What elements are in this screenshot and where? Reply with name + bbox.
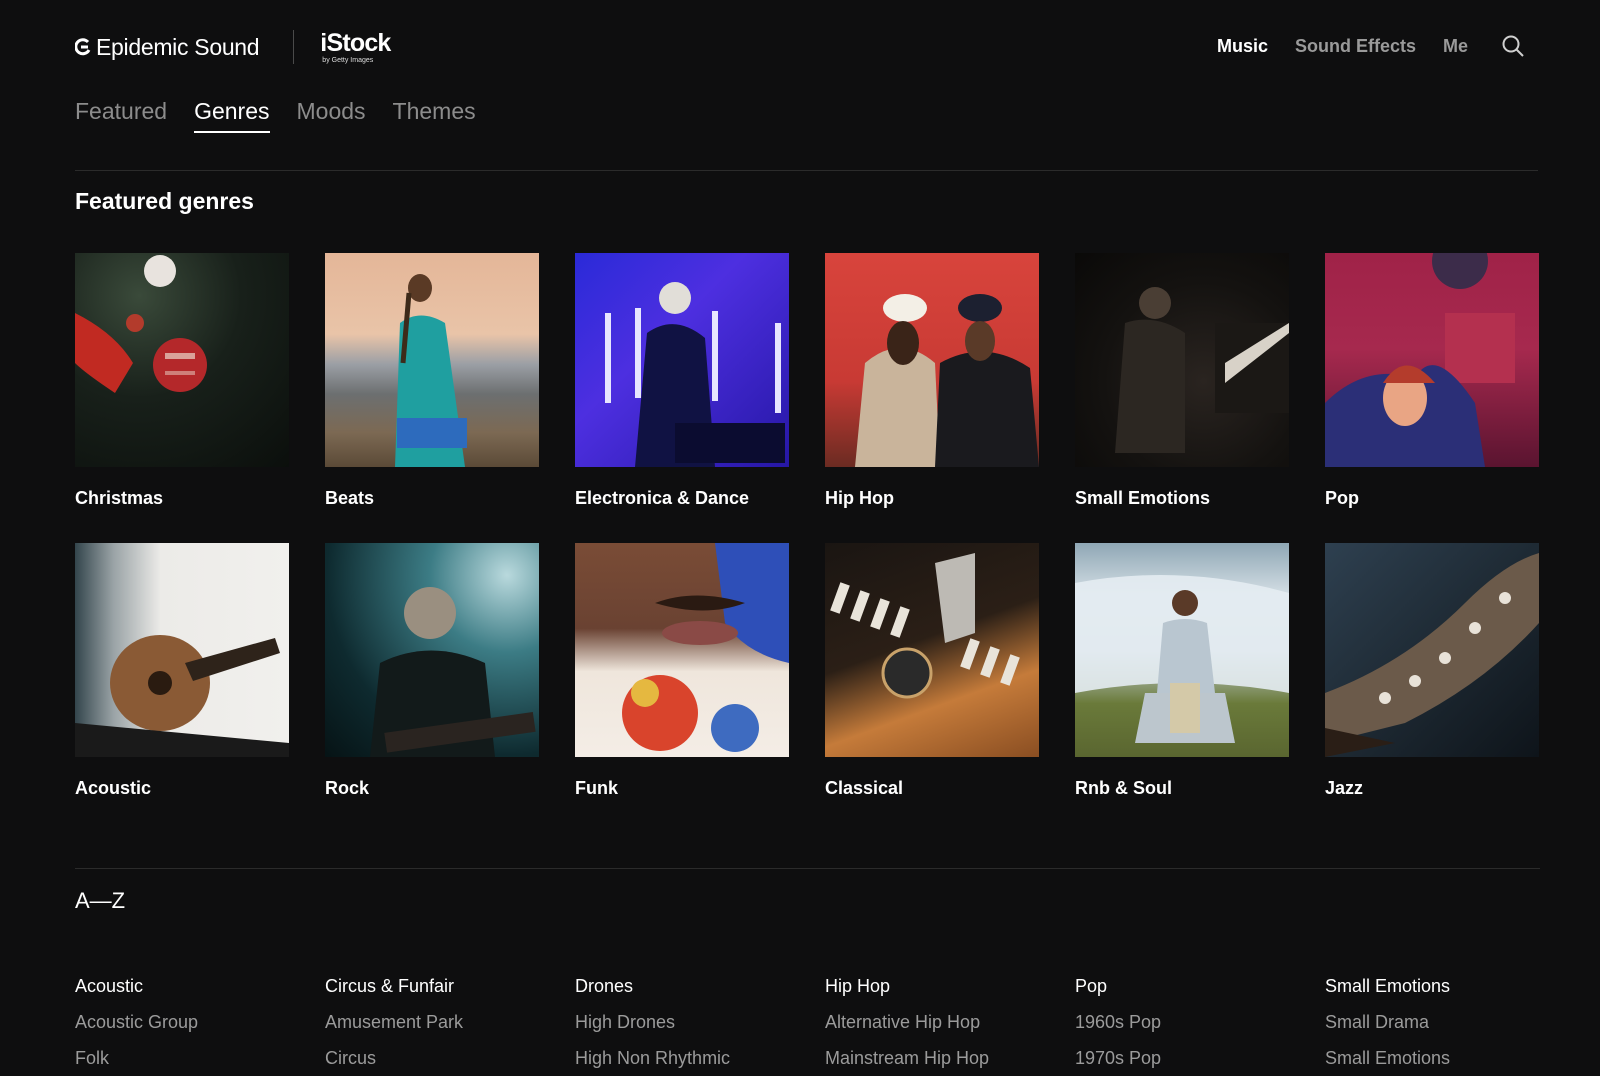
tab-featured[interactable]: Featured <box>75 98 167 133</box>
brand-name: Epidemic Sound <box>96 33 260 60</box>
nav-music[interactable]: Music <box>1217 36 1268 57</box>
az-genre-link[interactable]: Small Emotions <box>1325 968 1575 1004</box>
search-icon[interactable] <box>1501 34 1525 58</box>
az-genre-link[interactable]: Hip Hop <box>825 968 1075 1004</box>
az-subgenre-link[interactable]: Circus <box>325 1040 575 1076</box>
funk-image <box>575 543 789 757</box>
rock-image <box>325 543 539 757</box>
istock-sub: by Getty Images <box>322 56 374 64</box>
az-subgenre-link[interactable]: 1970s Pop <box>1075 1040 1325 1076</box>
electronica-dance-image <box>575 253 789 467</box>
az-genre-link[interactable]: Pop <box>1075 968 1325 1004</box>
az-subgenre-link[interactable]: 1960s Pop <box>1075 1004 1325 1040</box>
genre-label: Pop <box>1325 488 1359 508</box>
az-genre-link[interactable]: Acoustic <box>75 968 325 1004</box>
az-subgenre-link[interactable]: High Non Rhythmic <box>575 1040 825 1076</box>
genre-card-jazz[interactable]: Jazz <box>1325 543 1539 800</box>
genre-card-acoustic[interactable]: Acoustic <box>75 543 289 800</box>
brand: Epidemic Sound iStock by Getty Images <box>75 30 391 64</box>
genre-label: Rnb & Soul <box>1075 778 1172 798</box>
az-subgenre-link[interactable]: High Drones <box>575 1004 825 1040</box>
genre-label: Rock <box>325 778 370 798</box>
tab-genres[interactable]: Genres <box>194 98 270 133</box>
genre-tabs: Featured Genres Moods Themes <box>75 98 503 133</box>
az-subgenre-link[interactable]: Mainstream Hip Hop <box>825 1040 1075 1076</box>
az-subgenre-link[interactable]: Acoustic Group <box>75 1004 325 1040</box>
genre-card-electronica-dance[interactable]: Electronica & Dance <box>575 253 789 510</box>
small-emotions-image <box>1075 253 1289 467</box>
az-list: Acoustic Acoustic Group Folk Circus & Fu… <box>75 968 1545 1076</box>
classical-image <box>825 543 1039 757</box>
genre-grid: Christmas Beats Electronica & Dance Hip … <box>75 253 1539 800</box>
tab-moods[interactable]: Moods <box>297 98 366 133</box>
az-column: Acoustic Acoustic Group Folk <box>75 968 325 1076</box>
rnb-soul-image <box>1075 543 1289 757</box>
az-subgenre-link[interactable]: Alternative Hip Hop <box>825 1004 1075 1040</box>
istock-name: iStock <box>320 28 391 57</box>
genre-card-classical[interactable]: Classical <box>825 543 1039 800</box>
az-column: Hip Hop Alternative Hip Hop Mainstream H… <box>825 968 1075 1076</box>
genre-card-christmas[interactable]: Christmas <box>75 253 289 510</box>
pop-image <box>1325 253 1539 467</box>
genre-label: Small Emotions <box>1075 488 1211 508</box>
genre-label: Acoustic <box>75 778 152 798</box>
istock-logo[interactable]: iStock by Getty Images <box>320 28 391 64</box>
az-genre-link[interactable]: Drones <box>575 968 825 1004</box>
genre-card-rock[interactable]: Rock <box>325 543 539 800</box>
acoustic-image <box>75 543 289 757</box>
nav-me[interactable]: Me <box>1443 36 1468 57</box>
epidemic-e-icon <box>75 38 91 56</box>
genre-label: Christmas <box>75 488 164 508</box>
az-subgenre-link[interactable]: Small Emotions <box>1325 1040 1575 1076</box>
christmas-image <box>75 253 289 467</box>
beats-image <box>325 253 539 467</box>
az-title: A—Z <box>75 888 126 913</box>
jazz-image <box>1325 543 1539 757</box>
genre-label: Classical <box>825 778 904 798</box>
genre-label: Hip Hop <box>825 488 894 508</box>
epidemic-sound-logo[interactable]: Epidemic Sound <box>75 33 260 61</box>
top-bar: Epidemic Sound iStock by Getty Images Mu… <box>75 22 1525 70</box>
genre-card-small-emotions[interactable]: Small Emotions <box>1075 253 1289 510</box>
az-subgenre-link[interactable]: Small Drama <box>1325 1004 1575 1040</box>
genre-card-pop[interactable]: Pop <box>1325 253 1539 510</box>
featured-genres-title: Featured genres <box>75 188 254 214</box>
genre-card-rnb-soul[interactable]: Rnb & Soul <box>1075 543 1289 800</box>
az-subgenre-link[interactable]: Amusement Park <box>325 1004 575 1040</box>
divider <box>75 170 1538 171</box>
genre-label: Funk <box>575 778 618 798</box>
az-subgenre-link[interactable]: Folk <box>75 1040 325 1076</box>
genre-label: Electronica & Dance <box>575 488 750 508</box>
genre-label: Beats <box>325 488 375 508</box>
az-column: Small Emotions Small Drama Small Emotion… <box>1325 968 1575 1076</box>
az-genre-link[interactable]: Circus & Funfair <box>325 968 575 1004</box>
az-column: Pop 1960s Pop 1970s Pop <box>1075 968 1325 1076</box>
divider <box>75 868 1540 869</box>
genre-card-beats[interactable]: Beats <box>325 253 539 510</box>
az-column: Circus & Funfair Amusement Park Circus <box>325 968 575 1076</box>
genre-card-funk[interactable]: Funk <box>575 543 789 800</box>
main-nav: Music Sound Effects Me <box>1217 34 1525 58</box>
hip-hop-image <box>825 253 1039 467</box>
nav-sound-effects[interactable]: Sound Effects <box>1295 36 1416 57</box>
genre-label: Jazz <box>1325 778 1364 798</box>
tab-themes[interactable]: Themes <box>393 98 476 133</box>
brand-divider <box>293 30 295 64</box>
az-column: Drones High Drones High Non Rhythmic <box>575 968 825 1076</box>
genre-card-hip-hop[interactable]: Hip Hop <box>825 253 1039 510</box>
